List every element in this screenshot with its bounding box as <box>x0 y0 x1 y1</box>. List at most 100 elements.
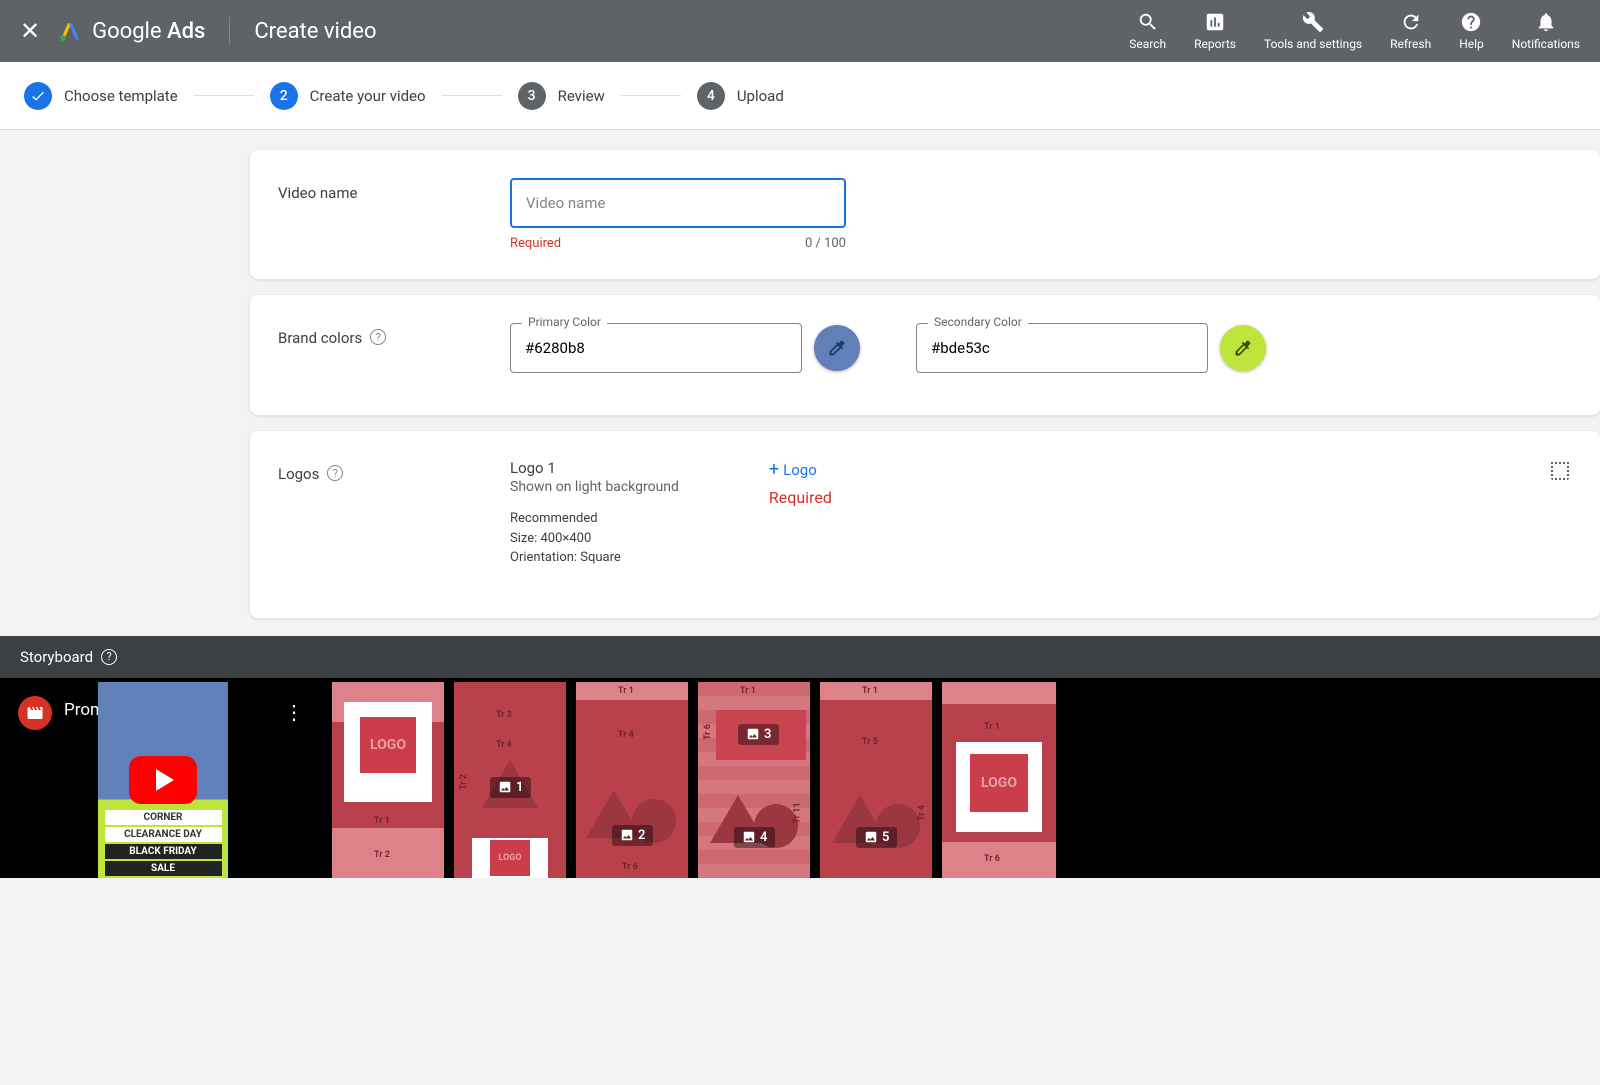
add-logo-button[interactable]: + Logo <box>769 459 832 480</box>
primary-color-label: Primary Color <box>522 315 607 329</box>
google-ads-logo[interactable]: Google Ads <box>58 19 205 44</box>
track-label: Tr 4 <box>496 740 512 750</box>
storyboard-frame-1[interactable]: LOGO Tr 1 Tr 2 <box>332 682 444 878</box>
refresh-button[interactable]: Refresh <box>1390 11 1431 51</box>
logo-placeholder: LOGO <box>490 840 530 876</box>
primary-color-input[interactable] <box>510 323 802 373</box>
logo-rec-2: Size: 400×400 <box>510 529 679 549</box>
logo-info: Logo 1 Shown on light background Recomme… <box>510 459 679 568</box>
track-label: Tr 1 <box>984 722 1000 732</box>
image-badge: 3 <box>738 724 779 745</box>
logo-error: Required <box>769 488 832 507</box>
step-choose-template[interactable]: Choose template <box>24 82 178 110</box>
track-label: Tr 6 <box>622 862 638 872</box>
secondary-color-input[interactable] <box>916 323 1208 373</box>
track-label: Tr 1 <box>862 686 878 696</box>
track-label: Tr 6 <box>703 724 713 740</box>
storyboard-frame-2[interactable]: Tr 3 Tr 4 Tr 2 1 LOGO <box>454 682 566 878</box>
logo-placeholder: LOGO <box>360 717 416 773</box>
help-icon[interactable]: ? <box>370 329 386 345</box>
logo-placeholder: LOGO <box>970 754 1028 812</box>
logos-card: Logos ? Logo 1 Shown on light background… <box>250 431 1600 618</box>
storyboard-preview[interactable]: Promote Your Sale ⋮ CORNER CLEARANCE DAY… <box>4 682 322 878</box>
brand-colors-card: Brand colors ? Primary Color Secondary C… <box>250 295 1600 415</box>
track-label: Tr 2 <box>459 774 469 790</box>
step-number: 2 <box>270 82 298 110</box>
step-label: Choose template <box>64 87 178 105</box>
top-bar-actions: Search Reports Tools and settings Refres… <box>1129 11 1580 51</box>
notifications-button[interactable]: Notifications <box>1512 11 1580 51</box>
step-review[interactable]: 3 Review <box>518 82 605 110</box>
step-number: 3 <box>518 82 546 110</box>
track-label: Tr 6 <box>984 854 1000 864</box>
brand-colors-label: Brand colors ? <box>278 323 510 387</box>
step-connector <box>442 95 502 96</box>
logos-label: Logos ? <box>278 459 510 568</box>
primary-color-picker[interactable] <box>814 325 860 371</box>
step-connector <box>194 95 254 96</box>
track-label: Tr 1 <box>740 686 756 696</box>
plus-icon: + <box>769 459 779 480</box>
tools-settings-button[interactable]: Tools and settings <box>1264 11 1362 51</box>
page-title: Create video <box>254 19 376 44</box>
image-badge: 5 <box>856 827 897 848</box>
secondary-color-picker[interactable] <box>1220 325 1266 371</box>
close-icon[interactable]: ✕ <box>20 17 40 45</box>
track-label: Tr 3 <box>496 710 512 720</box>
storyboard-frame-4[interactable]: Tr 1 3 Tr 6 4 Tr 11 <box>698 682 810 878</box>
storyboard-frame-5[interactable]: Tr 1 Tr 5 5 Tr 4 <box>820 682 932 878</box>
step-upload[interactable]: 4 Upload <box>697 82 784 110</box>
sale-text: CLEARANCE DAY <box>105 827 222 842</box>
track-label: Tr 4 <box>917 805 927 821</box>
logo-subtitle: Shown on light background <box>510 479 679 495</box>
more-icon[interactable]: ⋮ <box>284 700 304 724</box>
primary-color-group: Primary Color <box>510 323 860 373</box>
ads-logo-icon <box>58 19 82 43</box>
content: Video name Required 0 / 100 Brand colors… <box>0 130 1600 618</box>
top-bar-left: ✕ Google Ads Create video <box>20 17 377 45</box>
logo-title: Logo 1 <box>510 459 679 477</box>
storyboard-frame-3[interactable]: Tr 1 Tr 4 Tr 6 2 <box>576 682 688 878</box>
image-badge: 4 <box>734 827 775 848</box>
image-badge: 1 <box>490 777 531 798</box>
stepper: Choose template 2 Create your video 3 Re… <box>0 62 1600 130</box>
storyboard-header: Storyboard ? <box>0 636 1600 678</box>
image-badge: 2 <box>612 825 653 846</box>
storyboard-frame-6[interactable]: Tr 1 LOGO Tr 6 <box>942 682 1056 878</box>
crop-icon[interactable] <box>1548 459 1572 487</box>
track-label: Tr 1 <box>374 816 390 826</box>
reports-button[interactable]: Reports <box>1194 11 1236 51</box>
storyboard-strip: Promote Your Sale ⋮ CORNER CLEARANCE DAY… <box>0 678 1600 878</box>
track-label: Tr 11 <box>793 802 803 823</box>
help-icon[interactable]: ? <box>327 465 343 481</box>
storyboard-label: Storyboard <box>20 648 93 666</box>
step-number: 4 <box>697 82 725 110</box>
step-label: Review <box>558 87 605 105</box>
director-icon <box>18 696 52 730</box>
track-label: Tr 2 <box>374 850 390 860</box>
video-name-card: Video name Required 0 / 100 <box>250 150 1600 279</box>
help-button[interactable]: Help <box>1459 11 1484 51</box>
video-name-error: Required <box>510 236 561 251</box>
search-button[interactable]: Search <box>1129 11 1166 51</box>
help-icon[interactable]: ? <box>101 649 117 665</box>
check-icon <box>24 82 52 110</box>
logo-rec-3: Orientation: Square <box>510 548 679 568</box>
step-connector <box>621 95 681 96</box>
step-label: Upload <box>737 87 784 105</box>
step-create-video[interactable]: 2 Create your video <box>270 82 426 110</box>
sale-text: BLACK FRIDAY <box>105 844 222 859</box>
eyedropper-icon <box>827 338 847 358</box>
preview-phone: CORNER CLEARANCE DAY BLACK FRIDAY SALE <box>98 682 228 878</box>
sale-text: SALE <box>105 861 222 876</box>
eyedropper-icon <box>1233 338 1253 358</box>
video-name-input[interactable] <box>510 178 846 228</box>
video-name-label: Video name <box>278 178 510 251</box>
play-icon[interactable] <box>129 756 197 804</box>
secondary-color-group: Secondary Color <box>916 323 1266 373</box>
video-name-counter: 0 / 100 <box>805 236 846 251</box>
track-label: Tr 1 <box>618 686 634 696</box>
logo-rec-1: Recommended <box>510 509 679 529</box>
track-label: Tr 5 <box>862 737 878 747</box>
sale-text: CORNER <box>105 810 222 825</box>
